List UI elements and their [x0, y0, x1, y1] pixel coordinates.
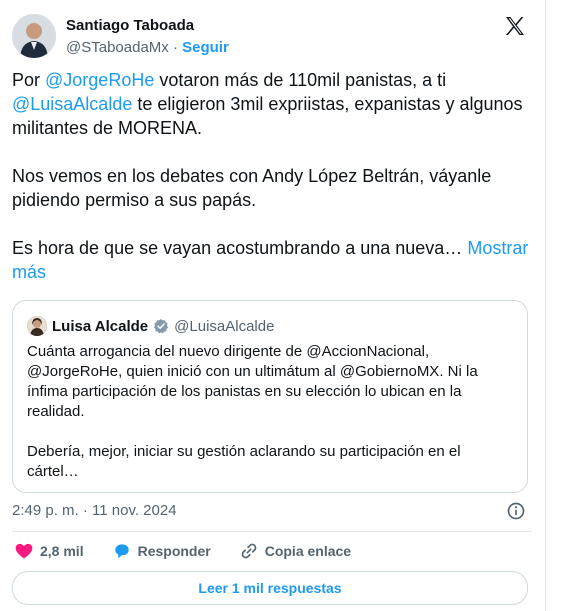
quoted-author-name[interactable]: Luisa Alcalde — [52, 318, 148, 335]
quoted-tweet[interactable]: Luisa Alcalde @LuisaAlcalde Cuánta arrog… — [12, 300, 528, 493]
mention-jorgerohe[interactable]: @JorgeRoHe — [45, 70, 154, 90]
copy-link-button[interactable]: Copia enlace — [239, 541, 351, 561]
reply-button[interactable]: Responder — [112, 541, 211, 561]
divider — [12, 531, 532, 532]
tweet-text: votaron más de 110mil panistas, a ti — [154, 70, 447, 90]
author-name[interactable]: Santiago Taboada — [66, 17, 194, 34]
handle-separator: · — [172, 39, 178, 56]
quoted-paragraph-2: Debería, mejor, iniciar su gestión aclar… — [27, 443, 461, 480]
quoted-tweet-header: Luisa Alcalde @LuisaAlcalde — [27, 316, 274, 336]
tweet-paragraph-3: Es hora de que se vayan acostumbrando a … — [12, 236, 532, 284]
tweet-timestamp[interactable]: 2:49 p. m. · 11 nov. 2024 — [12, 502, 177, 519]
author-handle[interactable]: @STaboadaMx — [66, 39, 169, 56]
quoted-author-avatar[interactable] — [27, 316, 47, 336]
author-handle-line: @STaboadaMx · Seguir — [66, 39, 229, 56]
tweet-paragraph-1: Por @JorgeRoHe votaron más de 110mil pan… — [12, 68, 532, 140]
tweet-text: Es hora de que se vayan acostumbrando a … — [12, 238, 463, 258]
info-icon[interactable] — [506, 501, 526, 521]
author-avatar[interactable] — [12, 14, 56, 58]
x-logo-icon[interactable] — [503, 14, 527, 38]
link-icon — [241, 543, 257, 559]
copy-link-label: Copia enlace — [264, 543, 352, 559]
tweet-card: Santiago Taboada @STaboadaMx · Seguir Po… — [0, 0, 546, 611]
read-replies-button[interactable]: Leer 1 mil respuestas — [12, 571, 528, 605]
mention-luisaalcalde[interactable]: @LuisaAlcalde — [12, 94, 132, 114]
quoted-author-handle[interactable]: @LuisaAlcalde — [174, 318, 274, 335]
tweet-paragraph-2: Nos vemos en los debates con Andy López … — [12, 166, 492, 210]
reply-label: Responder — [137, 543, 211, 559]
tweet-text: Por — [12, 70, 46, 90]
verified-badge-icon — [154, 319, 169, 334]
heart-icon — [15, 543, 33, 559]
reply-bubble-icon — [114, 544, 129, 559]
like-count: 2,8 mil — [40, 543, 84, 559]
tweet-body: Por @JorgeRoHe votaron más de 110mil pan… — [12, 68, 532, 308]
quoted-paragraph-1: Cuánta arrogancia del nuevo dirigente de… — [27, 343, 478, 420]
quoted-tweet-text: Cuánta arrogancia del nuevo dirigente de… — [27, 342, 513, 502]
action-bar: 2,8 mil Responder Copia enlace — [14, 541, 379, 561]
like-button[interactable]: 2,8 mil — [14, 541, 84, 561]
follow-button[interactable]: Seguir — [182, 39, 229, 56]
